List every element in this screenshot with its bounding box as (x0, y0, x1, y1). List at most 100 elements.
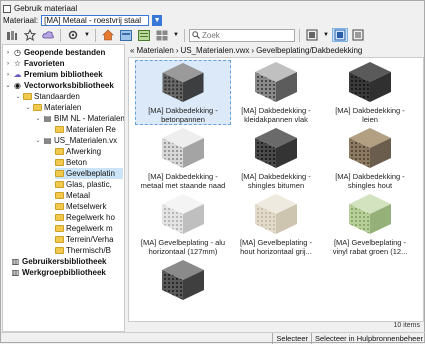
tree-item-label: Metaal (66, 191, 91, 200)
resource-tile[interactable]: [MA] Gevelbeplating - hout horizontaal gr… (228, 192, 324, 257)
view-options-chevron-icon[interactable]: ▼ (172, 28, 180, 42)
tree-item-beton[interactable]: Beton (55, 157, 87, 168)
resource-tile-label: [MA] Gevelbeplating - alu horizontaal (12… (140, 238, 226, 256)
material-swatch-icon (162, 260, 204, 300)
material-swatch-icon (255, 194, 297, 234)
material-value: [MA] Metaal - roestvrij staal (44, 15, 142, 25)
resource-tile[interactable]: [MA] Gevelbeplating - alu horizontaal (12… (135, 192, 231, 257)
star-favorites-icon[interactable] (22, 28, 38, 42)
library-tree[interactable]: › ◷ Geopende bestanden › ☆ Favorieten › … (2, 44, 125, 332)
collapse-arrow-icon[interactable]: ⌄ (25, 104, 31, 111)
tree-item-label: Afwerking (66, 147, 102, 156)
tree-item-materialen-re[interactable]: Materialen Re (55, 124, 116, 135)
tree-item-label: Terrein/Verha (66, 235, 114, 244)
select-in-resource-manager-button[interactable]: Selecteer in Hulpbronnenbeheer (311, 333, 425, 344)
tree-item-gevelbeplating[interactable]: Gevelbeplatin (55, 168, 123, 179)
breadcrumb-item[interactable]: Materialen (136, 46, 173, 55)
resource-tile[interactable]: [MA] Dakbedekking - metaal met staande na… (135, 126, 231, 191)
toolbar-separator (299, 28, 300, 42)
resource-tile[interactable]: [MA] Gevelbeplating - vinyl rabat groen (… (322, 192, 418, 257)
material-swatch-icon (162, 62, 204, 103)
tree-item-label: Premium bibliotheek (24, 70, 103, 79)
expand-arrow-icon[interactable]: › (5, 72, 11, 78)
back-icon[interactable]: « (130, 46, 134, 55)
search-field[interactable]: Zoek (189, 28, 295, 42)
use-material-row[interactable]: Gebruik materiaal (3, 3, 77, 14)
tree-item-label: Metselwerk (66, 202, 107, 211)
home-icon[interactable] (100, 28, 116, 42)
tree-item-label: Standaarden (34, 92, 80, 101)
library-icon[interactable] (4, 28, 20, 42)
tree-item-afwerking[interactable]: Afwerking (55, 146, 101, 157)
tree-item-label: Beton (66, 158, 87, 167)
tree-item-materialen[interactable]: ⌄ Materialen (25, 102, 81, 113)
use-material-checkbox[interactable] (3, 4, 11, 13)
menu-chevron-icon[interactable]: ▼ (322, 28, 330, 42)
resource-tile[interactable]: [MA] Dakbedekking - kleidakpannen vlak (228, 60, 324, 125)
expand-arrow-icon[interactable]: › (5, 61, 11, 67)
tree-item-metaal[interactable]: Metaal (55, 190, 90, 201)
material-dropdown[interactable]: [MA] Metaal - roestvrij staal (41, 14, 150, 26)
resource-tile[interactable]: [MA] Dakbedekking - shingles bitumen (228, 126, 324, 191)
folder-icon (55, 148, 64, 155)
tree-item-label: Thermisch/B (66, 246, 111, 255)
resource-thumbnails[interactable]: [MA] Dakbedekking - betonpannen [MA] Dakb… (128, 57, 424, 322)
tree-item-label: Vectorworksbibliotheek (24, 81, 114, 90)
tree-item-favorieten[interactable]: › ☆ Favorieten (5, 58, 64, 69)
folder-icon (23, 93, 32, 100)
breadcrumb-item[interactable]: Gevelbeplating/Dakbedekking (256, 46, 362, 55)
search-placeholder: Zoek (202, 30, 220, 40)
cloud-icon: ☁ (13, 70, 22, 79)
resource-tile[interactable] (135, 258, 231, 321)
tree-item-regelwerk-h[interactable]: Regelwerk ho (55, 212, 115, 223)
tree-item-label: Werkgroepbibliotheek (22, 268, 106, 277)
tree-item-premium[interactable]: › ☁ Premium bibliotheek (5, 69, 103, 80)
library-icon: ◉ (14, 81, 21, 90)
resource-tile-label: [MA] Dakbedekking - betonpannen (148, 106, 218, 124)
tree-item-glas[interactable]: Glas, plastic, (55, 179, 112, 190)
expand-arrow-icon[interactable]: › (5, 50, 11, 56)
tree-item-standaarden[interactable]: ⌄ Standaarden (15, 91, 80, 102)
tree-item-regelwerk-m[interactable]: Regelwerk m (55, 223, 113, 234)
collapse-arrow-icon[interactable]: ⌄ (35, 115, 41, 122)
tree-item-geopende[interactable]: › ◷ Geopende bestanden (5, 47, 105, 58)
resource-selector-window: Gebruik materiaal Materiaal: [MA] Metaal… (0, 0, 425, 344)
detail-view-icon[interactable] (350, 28, 366, 42)
tree-item-werkgroep[interactable]: ▥ Werkgroepbibliotheek (11, 267, 106, 278)
use-material-label: Gebruik materiaal (14, 4, 78, 13)
select-button[interactable]: Selecteer (272, 333, 311, 344)
cloud-icon[interactable] (40, 28, 56, 42)
view-thumbnails-icon[interactable] (118, 28, 134, 42)
collapse-arrow-icon[interactable]: ⌄ (5, 82, 11, 89)
gear-menu-chevron-icon[interactable]: ▼ (83, 28, 91, 42)
chevron-right-icon: › (175, 45, 179, 55)
view-list-icon[interactable] (136, 28, 152, 42)
collapse-arrow-icon[interactable]: ⌄ (15, 93, 21, 100)
folder-icon (55, 203, 64, 210)
resource-tile-label: [MA] Dakbedekking - leien (335, 106, 405, 124)
gear-icon[interactable] (65, 28, 81, 42)
chevron-right-icon: › (251, 45, 255, 55)
material-swatch-icon (162, 128, 204, 168)
collapse-arrow-icon[interactable]: ⌄ (35, 137, 41, 144)
clock-icon: ◷ (14, 48, 21, 57)
chevron-down-icon[interactable]: ▼ (152, 14, 163, 26)
resource-tile[interactable]: [MA] Dakbedekking - betonpannen (135, 60, 231, 125)
material-row: Materiaal: [MA] Metaal - roestvrij staal… (3, 14, 163, 26)
view-grid-icon[interactable] (154, 28, 170, 42)
resource-tile-label: [MA] Dakbedekking - shingles hout (335, 172, 405, 190)
material-label: Materiaal: (3, 15, 39, 25)
tree-item-bim[interactable]: ⌄ ▤ BIM NL - Materialen (35, 113, 124, 124)
resource-tile[interactable]: [MA] Dakbedekking - leien (322, 60, 418, 125)
breadcrumb-item[interactable]: US_Materialen.vwx (180, 46, 249, 55)
sort-icon[interactable] (304, 28, 320, 42)
tree-item-terrein[interactable]: Terrein/Verha (55, 234, 114, 245)
tree-item-vectorworks[interactable]: ⌄ ◉ Vectorworksbibliotheek (5, 80, 114, 91)
tree-item-gebruikers[interactable]: ▥ Gebruikersbibliotheek (11, 256, 107, 267)
tree-item-label: Materialen (44, 103, 82, 112)
tree-item-thermisch[interactable]: Thermisch/B (55, 245, 111, 256)
tree-item-us-materialen[interactable]: ⌄ ▤ US_Materialen.vx (35, 135, 117, 146)
resource-tile[interactable]: [MA] Dakbedekking - shingles hout (322, 126, 418, 191)
tree-item-metselwerk[interactable]: Metselwerk (55, 201, 106, 212)
thumbnail-view-icon[interactable] (332, 28, 348, 42)
